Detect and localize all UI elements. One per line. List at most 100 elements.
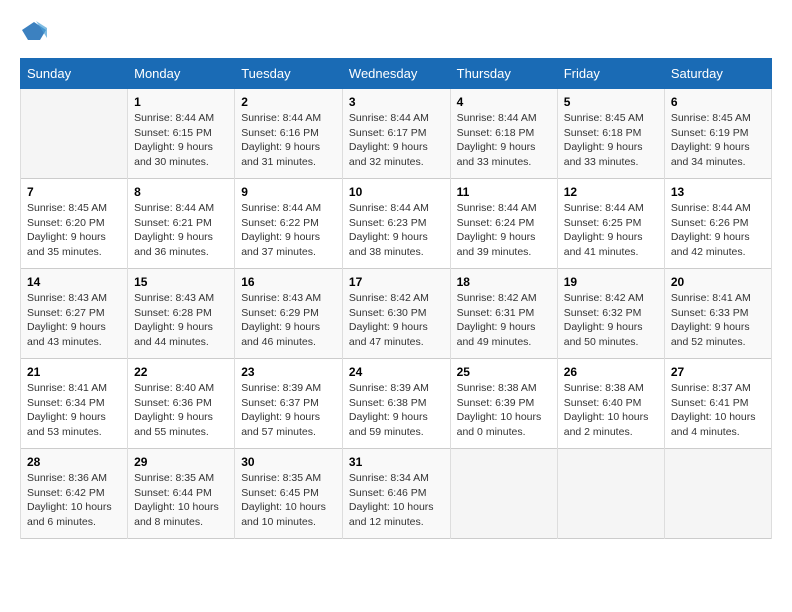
header-cell-wednesday: Wednesday (342, 59, 450, 89)
week-row: 7 Sunrise: 8:45 AMSunset: 6:20 PMDaylight… (21, 179, 772, 269)
day-cell: 12 Sunrise: 8:44 AMSunset: 6:25 PMDayligh… (557, 179, 664, 269)
day-number: 6 (671, 95, 765, 109)
day-info: Sunrise: 8:44 AMSunset: 6:25 PMDaylight:… (564, 201, 658, 260)
day-number: 27 (671, 365, 765, 379)
day-cell: 2 Sunrise: 8:44 AMSunset: 6:16 PMDaylight… (235, 89, 343, 179)
day-number: 3 (349, 95, 444, 109)
day-cell: 11Sunrise: 8:44 AMSunset: 6:24 PMDayligh… (450, 179, 557, 269)
day-cell: 8 Sunrise: 8:44 AMSunset: 6:21 PMDaylight… (128, 179, 235, 269)
day-info: Sunrise: 8:34 AMSunset: 6:46 PMDaylight:… (349, 471, 444, 530)
header-cell-sunday: Sunday (21, 59, 128, 89)
calendar-header: SundayMondayTuesdayWednesdayThursdayFrid… (21, 59, 772, 89)
day-info: Sunrise: 8:37 AMSunset: 6:41 PMDaylight:… (671, 381, 765, 440)
day-info: Sunrise: 8:42 AMSunset: 6:32 PMDaylight:… (564, 291, 658, 350)
day-cell: 6 Sunrise: 8:45 AMSunset: 6:19 PMDaylight… (664, 89, 771, 179)
day-number: 24 (349, 365, 444, 379)
header-cell-thursday: Thursday (450, 59, 557, 89)
day-info: Sunrise: 8:39 AMSunset: 6:37 PMDaylight:… (241, 381, 336, 440)
day-cell: 21 Sunrise: 8:41 AMSunset: 6:34 PMDayligh… (21, 359, 128, 449)
calendar-table: SundayMondayTuesdayWednesdayThursdayFrid… (20, 58, 772, 539)
day-number: 17 (349, 275, 444, 289)
header-cell-monday: Monday (128, 59, 235, 89)
day-cell: 15 Sunrise: 8:43 AMSunset: 6:28 PMDayligh… (128, 269, 235, 359)
day-info: Sunrise: 8:44 AMSunset: 6:21 PMDaylight:… (134, 201, 228, 260)
day-info: Sunrise: 8:41 AMSunset: 6:33 PMDaylight:… (671, 291, 765, 350)
day-cell: 23 Sunrise: 8:39 AMSunset: 6:37 PMDayligh… (235, 359, 343, 449)
day-number: 26 (564, 365, 658, 379)
day-info: Sunrise: 8:42 AMSunset: 6:31 PMDaylight:… (457, 291, 551, 350)
day-info: Sunrise: 8:38 AMSunset: 6:39 PMDaylight:… (457, 381, 551, 440)
day-info: Sunrise: 8:42 AMSunset: 6:30 PMDaylight:… (349, 291, 444, 350)
day-info: Sunrise: 8:43 AMSunset: 6:28 PMDaylight:… (134, 291, 228, 350)
day-info: Sunrise: 8:45 AMSunset: 6:20 PMDaylight:… (27, 201, 121, 260)
day-number: 10 (349, 185, 444, 199)
day-cell: 5Sunrise: 8:45 AMSunset: 6:18 PMDaylight… (557, 89, 664, 179)
day-number: 11 (457, 185, 551, 199)
week-row: 28 Sunrise: 8:36 AMSunset: 6:42 PMDayligh… (21, 449, 772, 539)
day-cell: 26 Sunrise: 8:38 AMSunset: 6:40 PMDayligh… (557, 359, 664, 449)
day-info: Sunrise: 8:43 AMSunset: 6:27 PMDaylight:… (27, 291, 121, 350)
day-cell: 27 Sunrise: 8:37 AMSunset: 6:41 PMDayligh… (664, 359, 771, 449)
day-info: Sunrise: 8:40 AMSunset: 6:36 PMDaylight:… (134, 381, 228, 440)
day-number: 4 (457, 95, 551, 109)
day-number: 2 (241, 95, 336, 109)
day-cell: 25 Sunrise: 8:38 AMSunset: 6:39 PMDayligh… (450, 359, 557, 449)
day-number: 14 (27, 275, 121, 289)
header-cell-tuesday: Tuesday (235, 59, 343, 89)
day-cell: 9Sunrise: 8:44 AMSunset: 6:22 PMDaylight… (235, 179, 343, 269)
day-info: Sunrise: 8:45 AMSunset: 6:19 PMDaylight:… (671, 111, 765, 170)
day-cell (21, 89, 128, 179)
day-info: Sunrise: 8:43 AMSunset: 6:29 PMDaylight:… (241, 291, 336, 350)
day-number: 20 (671, 275, 765, 289)
day-cell: 14 Sunrise: 8:43 AMSunset: 6:27 PMDayligh… (21, 269, 128, 359)
day-cell: 22 Sunrise: 8:40 AMSunset: 6:36 PMDayligh… (128, 359, 235, 449)
day-number: 21 (27, 365, 121, 379)
day-number: 22 (134, 365, 228, 379)
day-cell (557, 449, 664, 539)
day-number: 7 (27, 185, 121, 199)
calendar-body: 1 Sunrise: 8:44 AMSunset: 6:15 PMDaylight… (21, 89, 772, 539)
day-cell: 1 Sunrise: 8:44 AMSunset: 6:15 PMDaylight… (128, 89, 235, 179)
day-cell: 30Sunrise: 8:35 AMSunset: 6:45 PMDayligh… (235, 449, 343, 539)
day-info: Sunrise: 8:35 AMSunset: 6:45 PMDaylight:… (241, 471, 336, 530)
day-number: 15 (134, 275, 228, 289)
logo (20, 20, 52, 42)
week-row: 1 Sunrise: 8:44 AMSunset: 6:15 PMDaylight… (21, 89, 772, 179)
day-number: 12 (564, 185, 658, 199)
day-number: 25 (457, 365, 551, 379)
day-info: Sunrise: 8:44 AMSunset: 6:22 PMDaylight:… (241, 201, 336, 260)
day-cell: 24Sunrise: 8:39 AMSunset: 6:38 PMDayligh… (342, 359, 450, 449)
day-cell: 18 Sunrise: 8:42 AMSunset: 6:31 PMDayligh… (450, 269, 557, 359)
day-number: 23 (241, 365, 336, 379)
day-info: Sunrise: 8:44 AMSunset: 6:16 PMDaylight:… (241, 111, 336, 170)
header-cell-saturday: Saturday (664, 59, 771, 89)
day-number: 16 (241, 275, 336, 289)
day-number: 1 (134, 95, 228, 109)
day-number: 18 (457, 275, 551, 289)
day-info: Sunrise: 8:44 AMSunset: 6:26 PMDaylight:… (671, 201, 765, 260)
day-info: Sunrise: 8:35 AMSunset: 6:44 PMDaylight:… (134, 471, 228, 530)
day-number: 8 (134, 185, 228, 199)
day-cell: 29 Sunrise: 8:35 AMSunset: 6:44 PMDayligh… (128, 449, 235, 539)
day-cell (664, 449, 771, 539)
day-info: Sunrise: 8:38 AMSunset: 6:40 PMDaylight:… (564, 381, 658, 440)
day-cell: 28 Sunrise: 8:36 AMSunset: 6:42 PMDayligh… (21, 449, 128, 539)
week-row: 21 Sunrise: 8:41 AMSunset: 6:34 PMDayligh… (21, 359, 772, 449)
day-cell: 3 Sunrise: 8:44 AMSunset: 6:17 PMDaylight… (342, 89, 450, 179)
day-info: Sunrise: 8:44 AMSunset: 6:23 PMDaylight:… (349, 201, 444, 260)
day-info: Sunrise: 8:44 AMSunset: 6:17 PMDaylight:… (349, 111, 444, 170)
logo-icon (20, 20, 48, 42)
day-cell: 16 Sunrise: 8:43 AMSunset: 6:29 PMDayligh… (235, 269, 343, 359)
day-number: 29 (134, 455, 228, 469)
day-number: 19 (564, 275, 658, 289)
day-cell: 19 Sunrise: 8:42 AMSunset: 6:32 PMDayligh… (557, 269, 664, 359)
day-cell (450, 449, 557, 539)
day-cell: 7 Sunrise: 8:45 AMSunset: 6:20 PMDaylight… (21, 179, 128, 269)
day-number: 28 (27, 455, 121, 469)
day-info: Sunrise: 8:44 AMSunset: 6:15 PMDaylight:… (134, 111, 228, 170)
day-info: Sunrise: 8:41 AMSunset: 6:34 PMDaylight:… (27, 381, 121, 440)
day-info: Sunrise: 8:36 AMSunset: 6:42 PMDaylight:… (27, 471, 121, 530)
day-number: 13 (671, 185, 765, 199)
header-cell-friday: Friday (557, 59, 664, 89)
day-cell: 13 Sunrise: 8:44 AMSunset: 6:26 PMDayligh… (664, 179, 771, 269)
